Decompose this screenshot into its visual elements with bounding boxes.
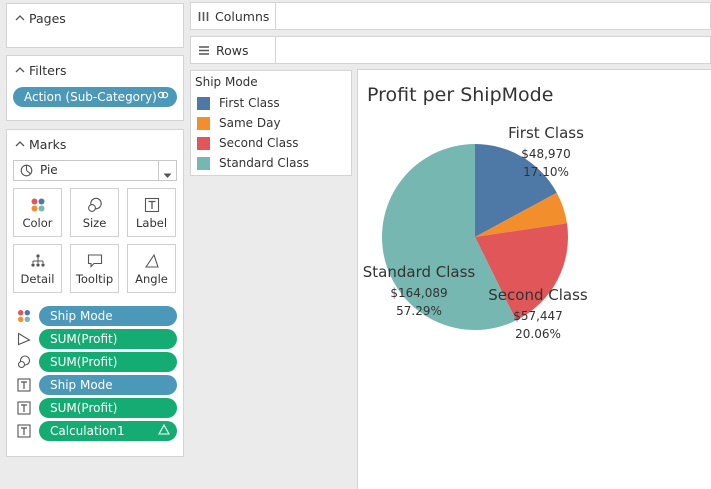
color-icon bbox=[17, 309, 31, 323]
field-pill-sum-profit-size[interactable]: SUM(Profit) bbox=[39, 352, 177, 372]
label-icon bbox=[17, 378, 31, 392]
label-icon bbox=[17, 424, 31, 438]
chevron-down-icon[interactable] bbox=[163, 168, 172, 182]
legend-item-first-class[interactable]: First Class bbox=[197, 95, 280, 111]
warning-triangle-icon bbox=[158, 423, 170, 438]
pie-label-percent-first-class: 17.10% bbox=[523, 165, 569, 179]
label-button[interactable]: Label bbox=[127, 188, 176, 237]
detail-button-label: Detail bbox=[20, 272, 55, 286]
field-pill-calculation1[interactable]: Calculation1 bbox=[39, 421, 177, 441]
color-button-label: Color bbox=[22, 216, 53, 230]
pie-chart: First Class $48,970 17.10% Second Class $57,… bbox=[363, 124, 588, 341]
field-pill-label: SUM(Profit) bbox=[50, 332, 118, 346]
chart-view: Profit per ShipMode First Class $48,970 17… bbox=[357, 69, 711, 489]
color-button[interactable]: Color bbox=[13, 188, 62, 237]
rows-shelf[interactable]: Rows bbox=[190, 36, 711, 64]
columns-shelf[interactable]: Columns bbox=[190, 2, 711, 30]
pie-mark-icon bbox=[20, 164, 33, 180]
legend-swatch bbox=[197, 156, 210, 170]
tooltip-icon bbox=[87, 254, 102, 268]
field-pill-sum-profit-label[interactable]: SUM(Profit) bbox=[39, 398, 177, 418]
label-button-label: Label bbox=[135, 216, 168, 230]
tooltip-button[interactable]: Tooltip bbox=[70, 244, 119, 293]
field-pill-label: Ship Mode bbox=[50, 378, 113, 392]
tooltip-button-label: Tooltip bbox=[75, 272, 114, 286]
color-icon bbox=[31, 198, 44, 212]
label-icon bbox=[144, 197, 159, 213]
angle-icon bbox=[144, 253, 159, 268]
pages-card: Pages bbox=[6, 3, 184, 48]
legend-swatch bbox=[197, 116, 210, 130]
field-pill-label: SUM(Profit) bbox=[50, 355, 118, 369]
marks-card: Marks Pie Color Size Label Detail Toolti… bbox=[6, 129, 184, 457]
size-icon bbox=[17, 355, 31, 369]
legend-title: Ship Mode bbox=[195, 75, 258, 89]
field-pill-label: Calculation1 bbox=[50, 424, 125, 438]
field-pill-ship-mode-label[interactable]: Ship Mode bbox=[39, 375, 177, 395]
columns-icon bbox=[198, 11, 209, 22]
detail-button[interactable]: Detail bbox=[13, 244, 62, 293]
marks-title: Marks bbox=[29, 136, 67, 152]
chevron-up-icon[interactable] bbox=[15, 13, 29, 24]
link-icon bbox=[157, 89, 169, 104]
size-button[interactable]: Size bbox=[70, 188, 119, 237]
label-icon bbox=[17, 401, 31, 415]
rows-shelf-header: Rows bbox=[191, 37, 276, 63]
legend-item-second-class[interactable]: Second Class bbox=[197, 135, 299, 151]
pages-header[interactable]: Pages bbox=[15, 6, 66, 30]
pie-label-value-first-class: $48,970 bbox=[521, 147, 571, 161]
field-pill-ship-mode-color[interactable]: Ship Mode bbox=[39, 306, 177, 326]
legend-item-same-day[interactable]: Same Day bbox=[197, 115, 281, 131]
field-pill-sum-profit-angle[interactable]: SUM(Profit) bbox=[39, 329, 177, 349]
legend-item-label: Standard Class bbox=[219, 156, 309, 170]
pie-label-name-second-class: Second Class bbox=[488, 286, 588, 304]
pie-label-percent-standard-class: 57.29% bbox=[396, 304, 442, 318]
columns-shelf-header: Columns bbox=[191, 3, 276, 29]
pie-label-name-first-class: First Class bbox=[508, 124, 584, 142]
pie-label-percent-second-class: 20.06% bbox=[515, 327, 561, 341]
rows-shelf-label: Rows bbox=[216, 42, 249, 58]
chevron-up-icon[interactable] bbox=[15, 139, 29, 150]
filters-title: Filters bbox=[29, 62, 67, 78]
marks-header[interactable]: Marks bbox=[15, 132, 66, 156]
legend-swatch bbox=[197, 96, 210, 110]
angle-icon bbox=[17, 332, 31, 346]
legend-item-label: Same Day bbox=[219, 116, 281, 130]
pie-label-value-second-class: $57,447 bbox=[513, 309, 563, 323]
field-pill-label: Ship Mode bbox=[50, 309, 113, 323]
detail-icon bbox=[30, 254, 45, 267]
pages-title: Pages bbox=[29, 10, 66, 26]
rows-icon bbox=[198, 45, 210, 56]
pie-label-name-standard-class: Standard Class bbox=[363, 263, 476, 281]
size-icon bbox=[87, 197, 102, 212]
pie-label-value-standard-class: $164,089 bbox=[390, 286, 447, 300]
field-pill-label: SUM(Profit) bbox=[50, 401, 118, 415]
columns-shelf-label: Columns bbox=[215, 8, 270, 24]
filters-card: Filters Action (Sub-Category) bbox=[6, 55, 184, 121]
filter-pill-action-sub-category[interactable]: Action (Sub-Category) bbox=[13, 87, 177, 107]
filter-pill-label: Action (Sub-Category) bbox=[24, 90, 157, 104]
chevron-up-icon[interactable] bbox=[15, 65, 29, 76]
legend-item-label: First Class bbox=[219, 96, 280, 110]
ship-mode-legend: Ship Mode First Class Same Day Second Cl… bbox=[190, 70, 352, 176]
legend-swatch bbox=[197, 136, 210, 150]
mark-type-value: Pie bbox=[40, 163, 58, 177]
filters-header[interactable]: Filters bbox=[15, 58, 66, 82]
size-button-label: Size bbox=[82, 216, 107, 230]
angle-button[interactable]: Angle bbox=[127, 244, 176, 293]
mark-type-dropdown[interactable]: Pie bbox=[13, 160, 177, 181]
legend-item-label: Second Class bbox=[219, 136, 299, 150]
angle-button-label: Angle bbox=[135, 272, 168, 286]
dropdown-divider bbox=[158, 161, 159, 180]
legend-item-standard-class[interactable]: Standard Class bbox=[197, 155, 309, 171]
